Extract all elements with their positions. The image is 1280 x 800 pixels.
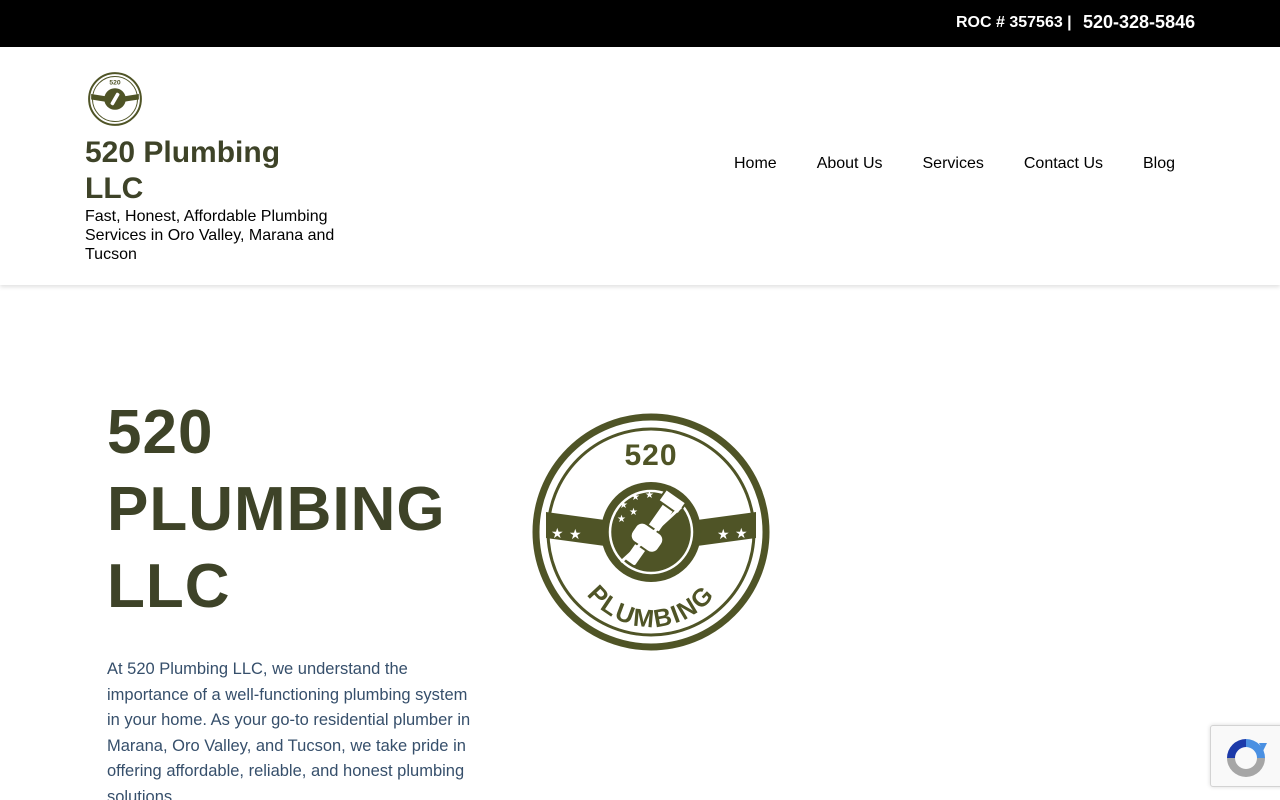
main-nav: Home About Us Services Contact Us Blog [734, 155, 1175, 173]
brand-logo-icon: 520 [88, 72, 142, 126]
roc-license-number: ROC # 357563 | [956, 14, 1072, 31]
site-title[interactable]: 520 Plumbing LLC [85, 135, 325, 207]
recaptcha-icon [1227, 739, 1267, 777]
svg-text:★: ★ [551, 526, 564, 542]
nav-contact-us[interactable]: Contact Us [1024, 155, 1103, 173]
svg-text:★: ★ [735, 526, 748, 542]
nav-blog[interactable]: Blog [1143, 155, 1175, 173]
svg-text:★: ★ [631, 492, 640, 503]
phone-link[interactable]: 520-328-5846 [1083, 12, 1195, 33]
svg-text:★: ★ [629, 507, 638, 518]
brand-logo-link[interactable]: 520 [88, 72, 142, 126]
hero-logo-text-top: 520 [624, 439, 677, 472]
svg-text:★: ★ [617, 514, 626, 525]
svg-text:★: ★ [569, 527, 582, 543]
recaptcha-badge[interactable] [1210, 725, 1280, 787]
brand-logo-text-top: 520 [109, 79, 121, 86]
nav-about-us[interactable]: About Us [817, 155, 883, 173]
nav-services[interactable]: Services [923, 155, 984, 173]
site-tagline: Fast, Honest, Affordable Plumbing Servic… [85, 208, 335, 263]
hero-logo-badge: ★ ★ ★ ★ ★★ ★ ★★ 520 PLUMBING [532, 413, 770, 651]
svg-text:★: ★ [619, 500, 628, 511]
hero-description: At 520 Plumbing LLC, we understand the i… [107, 660, 471, 800]
top-bar: ROC # 357563 | 520-328-5846 [0, 0, 1280, 47]
svg-text:★: ★ [645, 490, 654, 501]
hero-title: 520 PLUMBING LLC [107, 398, 446, 621]
nav-home[interactable]: Home [734, 155, 777, 173]
svg-text:★: ★ [717, 527, 730, 543]
site-header: 520 520 Plumbing LLC Fast, Honest, Affor… [0, 47, 1280, 285]
